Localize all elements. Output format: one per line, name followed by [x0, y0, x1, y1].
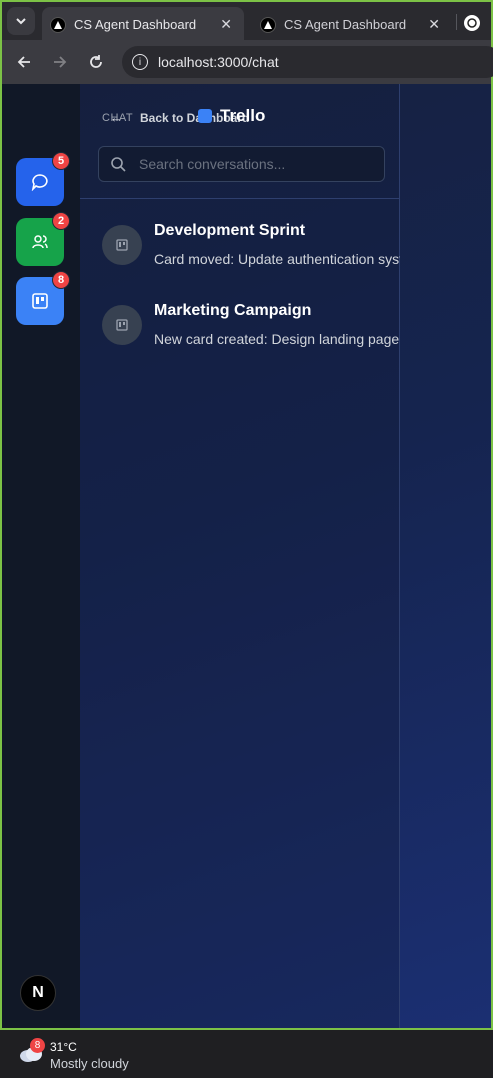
conversation-title: Marketing Campaign	[154, 302, 312, 319]
tab-separator	[456, 14, 457, 30]
search-box[interactable]	[98, 146, 385, 182]
conversation-item[interactable]: Development Sprint Card moved: Update au…	[80, 211, 400, 291]
weather-badge: 8	[30, 1038, 45, 1053]
conversation-item[interactable]: Marketing Campaign New card created: Des…	[80, 291, 400, 371]
chat-badge: 5	[52, 152, 70, 170]
page-title: Trello	[220, 106, 266, 125]
reload-button[interactable]	[84, 50, 108, 74]
tab-close-icon[interactable]: ✕	[428, 16, 444, 33]
chat-bubble-icon	[31, 174, 48, 191]
reload-icon	[90, 55, 102, 68]
conversation-preview: Card moved: Update authentication system	[154, 251, 400, 267]
forward-button[interactable]	[48, 50, 72, 74]
trello-badge: 8	[52, 271, 70, 289]
conversation-title: Development Sprint	[154, 222, 306, 239]
weather-condition: Mostly cloudy	[50, 1056, 129, 1071]
panel-header: CHAT ← Back to Dashboard Trello	[102, 106, 282, 128]
browser-tab[interactable]: CS Agent Dashboard ✕	[252, 7, 452, 42]
users-icon	[32, 235, 48, 249]
os-taskbar: 8 31°C Mostly cloudy	[0, 1030, 493, 1078]
trello-icon	[32, 293, 48, 309]
tab-title: CS Agent Dashboard	[284, 17, 407, 32]
tab-title: CS Agent Dashboard	[74, 17, 197, 32]
arrow-right-icon	[54, 56, 67, 68]
weather-temperature: 31°C	[50, 1040, 77, 1054]
url-text: localhost:3000/chat	[158, 54, 279, 70]
rail-contacts-button[interactable]: 2	[16, 212, 70, 266]
back-button[interactable]	[12, 50, 36, 74]
next-favicon-icon	[50, 16, 66, 33]
contacts-badge: 2	[52, 212, 70, 230]
icon-rail: 5 2 8 N	[2, 84, 80, 1028]
trello-card-icon	[102, 225, 142, 265]
site-info-icon[interactable]: i	[132, 54, 148, 70]
browser-tab-active[interactable]: CS Agent Dashboard ✕	[42, 7, 244, 42]
tab-list-dropdown-button[interactable]	[7, 7, 35, 35]
chevron-down-icon	[16, 18, 26, 25]
openai-favicon-icon	[464, 15, 480, 31]
browser-tab-partial[interactable]	[464, 13, 493, 33]
rail-chat-button[interactable]: 5	[16, 152, 70, 206]
conversation-list-panel: CHAT ← Back to Dashboard Trello Developm…	[80, 84, 400, 1028]
browser-tab-bar: CS Agent Dashboard ✕ CS Agent Dashboard …	[0, 0, 493, 42]
trello-card-icon	[102, 305, 142, 345]
conversation-preview: New card created: Design landing page	[154, 331, 400, 347]
search-input[interactable]	[137, 155, 367, 173]
browser-address-bar: i localhost:3000/chat	[0, 40, 493, 84]
trello-icon	[198, 109, 212, 123]
search-icon	[109, 155, 127, 173]
tab-close-icon[interactable]: ✕	[220, 16, 236, 33]
divider	[80, 198, 400, 199]
arrow-left-icon[interactable]: ←	[110, 110, 123, 125]
app-window: 5 2 8 N CHAT ← Back to Dashboard Trello	[0, 84, 493, 1030]
url-field[interactable]: i localhost:3000/chat	[122, 46, 493, 78]
rail-trello-button[interactable]: 8	[16, 271, 70, 325]
next-favicon-icon	[260, 16, 276, 33]
arrow-left-icon	[17, 56, 30, 68]
nextjs-logo[interactable]: N	[20, 975, 56, 1011]
